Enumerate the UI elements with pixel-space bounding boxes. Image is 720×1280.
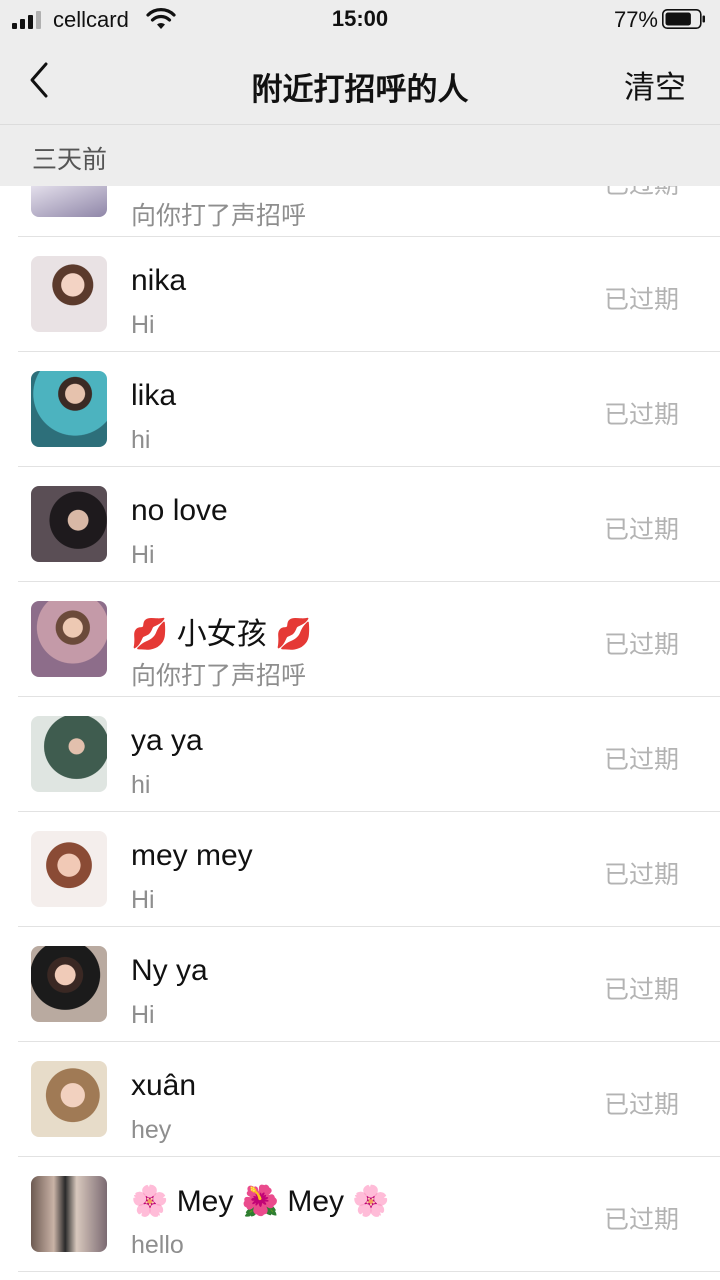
section-header: 三天前 bbox=[0, 124, 720, 186]
list-item-message: 向你打了声招呼 bbox=[131, 202, 307, 230]
list-item-status: 已过期 bbox=[603, 1206, 679, 1234]
navigation-bar: 附近打招呼的人 清空 bbox=[0, 40, 720, 124]
list-item-status: 已过期 bbox=[603, 1091, 679, 1119]
list-item-name: 🌸 Mey 🌺 Mey 🌸 bbox=[131, 1185, 390, 1218]
list-item[interactable]: 💋 小女孩 💋 向你打了声招呼 已过期 bbox=[0, 582, 720, 697]
list-item[interactable]: lika hi 已过期 bbox=[0, 352, 720, 467]
avatar bbox=[31, 186, 107, 217]
list-item-message: Hi bbox=[131, 886, 155, 914]
list-item[interactable]: ya ya hi 已过期 bbox=[0, 697, 720, 812]
list-item[interactable]: Ny ya Hi 已过期 bbox=[0, 927, 720, 1042]
clear-button[interactable]: 清空 bbox=[624, 62, 686, 107]
list-item-status: 已过期 bbox=[603, 401, 679, 429]
list-item-name: ya ya bbox=[131, 724, 203, 757]
avatar bbox=[31, 946, 107, 1022]
clock: 15:00 bbox=[331, 6, 389, 31]
avatar bbox=[31, 831, 107, 907]
list-item[interactable]: no love Hi 已过期 bbox=[0, 467, 720, 582]
list-item-status: 已过期 bbox=[603, 861, 679, 889]
list-item-message: Hi bbox=[131, 1001, 155, 1029]
top-bar: cellcard 15:00 77% 附近打招呼的人 清空 bbox=[0, 0, 720, 124]
status-bar: cellcard 15:00 77% bbox=[0, 0, 720, 40]
list-item-message: Hi bbox=[131, 541, 155, 569]
list-item-status: 已过期 bbox=[603, 286, 679, 314]
list-item-status: 已过期 bbox=[603, 516, 679, 544]
list-item-name: no love bbox=[131, 494, 228, 527]
list-item-message: hello bbox=[131, 1231, 184, 1259]
list-item-name: nika bbox=[131, 264, 187, 297]
list-item[interactable]: nika Hi 已过期 bbox=[0, 237, 720, 352]
battery-icon bbox=[662, 9, 705, 29]
list-item[interactable]: 🌸 Mey 🌺 Mey 🌸 hello 已过期 bbox=[0, 1157, 720, 1272]
list-item-name: xuân bbox=[131, 1069, 197, 1102]
list-item-name: lika bbox=[131, 379, 177, 412]
avatar bbox=[31, 601, 107, 677]
list-item-status: 已过期 bbox=[603, 976, 679, 1004]
list-item[interactable]: 向你打了声招呼 已过期 bbox=[0, 186, 720, 237]
list-item-status: 已过期 bbox=[604, 186, 679, 201]
list-item[interactable]: xuân hey 已过期 bbox=[0, 1042, 720, 1157]
list-item-name: 💋 小女孩 💋 bbox=[131, 618, 313, 651]
list-item-message: hi bbox=[131, 426, 151, 454]
list-item-name: Ny ya bbox=[131, 954, 208, 987]
greeting-list: 向你打了声招呼 已过期 nika Hi 已过期 lika hi 已过期 no l… bbox=[0, 186, 720, 1280]
divider bbox=[18, 1271, 720, 1272]
page-title: 附近打招呼的人 bbox=[251, 72, 469, 107]
list-item-name: mey mey bbox=[131, 839, 253, 872]
battery-percent: 77% bbox=[613, 7, 658, 32]
list-item-status: 已过期 bbox=[603, 746, 679, 774]
list-item-message: Hi bbox=[131, 311, 155, 339]
list-item-status: 已过期 bbox=[603, 631, 679, 659]
list-item-message: 向你打了声招呼 bbox=[131, 662, 307, 690]
avatar bbox=[31, 256, 107, 332]
list-item[interactable]: mey mey Hi 已过期 bbox=[0, 812, 720, 927]
avatar bbox=[31, 716, 107, 792]
list-item-message: hi bbox=[131, 771, 151, 799]
avatar bbox=[31, 486, 107, 562]
avatar bbox=[31, 1061, 107, 1137]
avatar bbox=[31, 1176, 107, 1252]
section-label: 三天前 bbox=[32, 146, 108, 174]
avatar bbox=[31, 371, 107, 447]
list-item-message: hey bbox=[131, 1116, 172, 1144]
